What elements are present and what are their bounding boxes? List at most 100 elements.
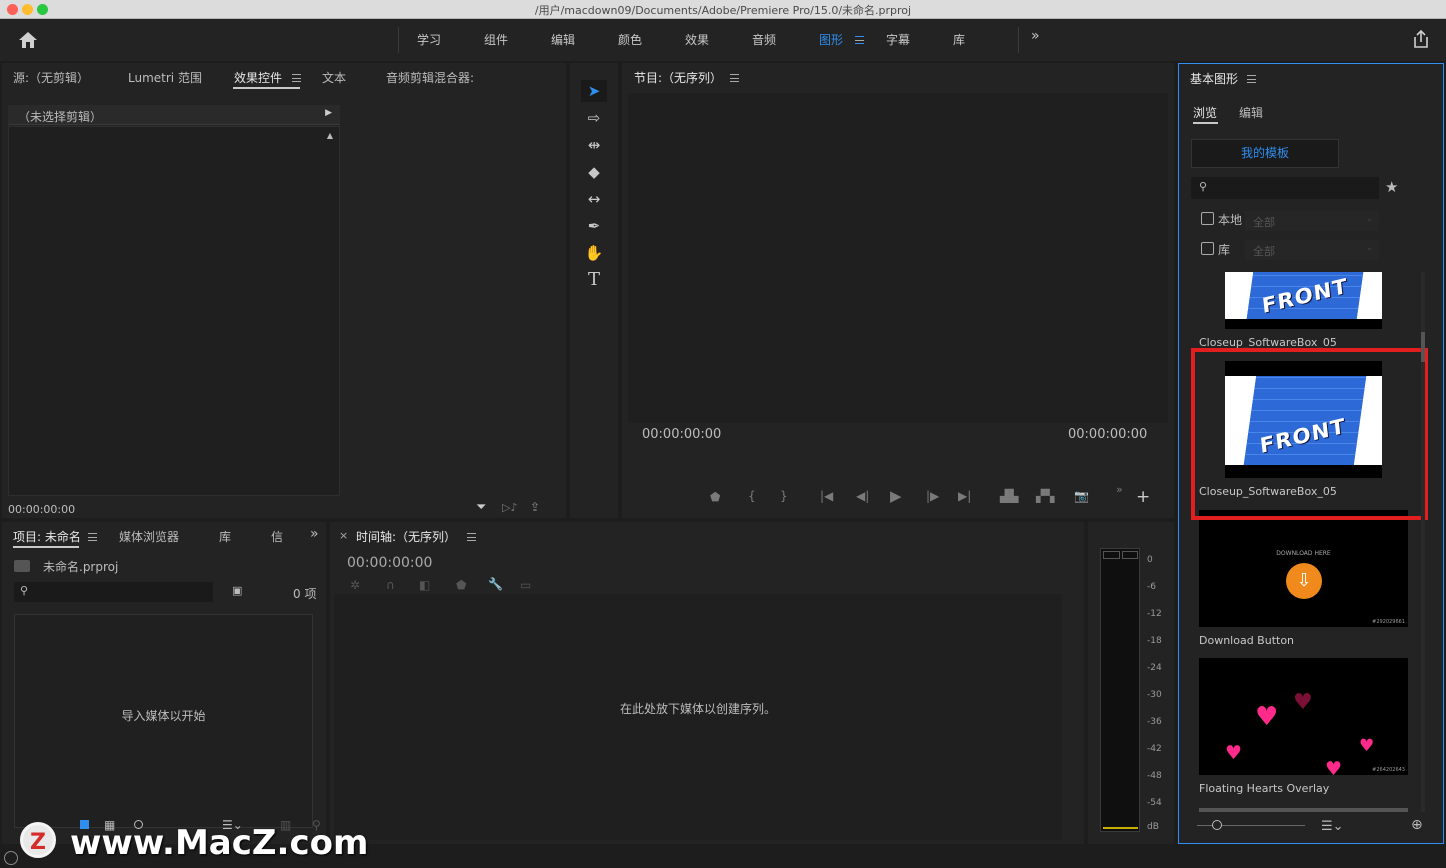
ripple-edit-tool-icon[interactable]: ⇹ — [581, 134, 607, 156]
close-timeline-icon[interactable]: × — [339, 529, 348, 542]
tab-effect-controls[interactable]: 效果控件 — [234, 69, 282, 86]
share-icon[interactable] — [1412, 29, 1430, 49]
timeline-timecode[interactable]: 00:00:00:00 — [347, 555, 432, 571]
template-item[interactable]: DOWNLOAD HERE ⇩ #292029661 Download Butt… — [1185, 510, 1425, 650]
audio-only-icon[interactable]: ▷♪ — [502, 501, 517, 514]
tab-lumetri-scopes[interactable]: Lumetri 范围 — [128, 69, 202, 86]
tab-info[interactable]: 信 — [271, 528, 283, 545]
tab-project[interactable]: 项目: 未命名 — [13, 528, 81, 545]
type-tool-icon[interactable]: T — [581, 269, 607, 291]
template-thumbnail: DOWNLOAD HERE ⇩ #292029661 — [1199, 510, 1408, 627]
workspace-menu-icon[interactable] — [855, 36, 864, 44]
expand-arrow-icon[interactable]: ▶ — [325, 108, 332, 118]
step-forward-icon[interactable]: |▶ — [926, 489, 939, 503]
tab-browse[interactable]: 浏览 — [1193, 104, 1217, 121]
project-file-icon — [14, 560, 30, 572]
play-icon[interactable]: ▶ — [890, 487, 902, 505]
tab-edit[interactable]: 编辑 — [1239, 104, 1263, 121]
tab-libraries[interactable]: 库 — [219, 528, 231, 545]
chevron-down-icon: ⌄ — [1366, 243, 1373, 252]
export-frame-icon[interactable]: 📷 — [1074, 489, 1089, 503]
project-drop-area[interactable]: 导入媒体以开始 — [14, 614, 313, 828]
sort-menu-icon[interactable]: ☰⌄ — [1321, 819, 1344, 834]
workspace-bar: 学习 组件 编辑 颜色 效果 音频 图形 字幕 库 » — [0, 19, 1446, 61]
snap-icon[interactable]: ∩ — [386, 578, 395, 592]
meter-tick: -36 — [1147, 717, 1162, 727]
lift-icon[interactable]: ▟▙ — [1000, 489, 1018, 503]
timeline-marker-icon[interactable]: ⬟ — [456, 578, 466, 592]
mark-out-icon[interactable]: } — [780, 489, 788, 503]
local-checkbox[interactable] — [1201, 212, 1214, 225]
home-icon[interactable] — [18, 31, 38, 49]
template-search-input[interactable]: ⚲ — [1191, 177, 1379, 199]
tab-text[interactable]: 文本 — [322, 69, 346, 86]
tab-audio-clip-mixer[interactable]: 音频剪辑混合器: — [386, 69, 474, 86]
pen-tool-icon[interactable]: ✒ — [581, 215, 607, 237]
my-templates-button[interactable]: 我的模板 — [1191, 139, 1339, 168]
project-menu-icon[interactable] — [88, 533, 97, 541]
library-checkbox[interactable] — [1201, 242, 1214, 255]
search-icon: ⚲ — [1199, 180, 1208, 193]
track-select-tool-icon[interactable]: ⇨ — [581, 107, 607, 129]
workspace-assembly[interactable]: 组件 — [484, 31, 508, 48]
linked-selection-icon[interactable]: ◧ — [419, 578, 430, 592]
workspace-learn[interactable]: 学习 — [417, 31, 441, 48]
nest-icon[interactable]: ✲ — [350, 578, 360, 592]
library-label: 库 — [1218, 243, 1231, 257]
essential-graphics-menu-icon[interactable] — [1247, 75, 1256, 83]
add-template-icon[interactable]: ⊕ — [1411, 817, 1423, 833]
more-workspaces-icon[interactable]: » — [1031, 28, 1040, 44]
captions-icon[interactable]: ▭ — [520, 578, 531, 592]
tab-media-browser[interactable]: 媒体浏览器 — [119, 528, 179, 545]
workspace-graphics[interactable]: 图形 — [819, 31, 843, 48]
workspace-captions[interactable]: 字幕 — [886, 31, 910, 48]
program-viewer[interactable] — [628, 93, 1168, 423]
step-back-icon[interactable]: ◀| — [856, 489, 869, 503]
cloud-icon[interactable] — [4, 851, 18, 865]
tab-source[interactable]: 源:（无剪辑） — [13, 69, 89, 86]
library-select[interactable]: 全部 ⌄ — [1245, 240, 1379, 260]
slider-handle[interactable] — [1212, 820, 1222, 830]
scroll-up-icon[interactable]: ▲ — [327, 131, 333, 140]
export-icon[interactable]: ⇪ — [530, 500, 540, 514]
slip-tool-icon[interactable]: ↔ — [581, 188, 607, 210]
timeline-settings-icon[interactable]: 🔧 — [488, 577, 503, 591]
new-search-bin-icon[interactable]: ▣ — [232, 584, 242, 597]
timeline-drop-area[interactable]: 在此处放下媒体以创建序列。 — [334, 594, 1062, 840]
extract-icon[interactable]: ▞▚ — [1036, 489, 1054, 503]
add-marker-icon[interactable]: ⬟ — [710, 490, 720, 504]
template-item[interactable]: FRONT Closeup_SoftwareBox_05 — [1185, 272, 1425, 352]
go-to-out-icon[interactable]: ▶| — [958, 489, 971, 503]
effect-controls-timecode[interactable]: 00:00:00:00 — [8, 503, 75, 516]
selection-tool-icon[interactable]: ➤ — [581, 80, 607, 102]
scrollbar-thumb[interactable] — [1421, 332, 1425, 362]
workspace-effects[interactable]: 效果 — [685, 31, 709, 48]
program-menu-icon[interactable] — [730, 74, 739, 82]
favorites-star-icon[interactable]: ★ — [1385, 178, 1398, 196]
workspace-audio[interactable]: 音频 — [752, 31, 776, 48]
timeline-menu-icon[interactable] — [467, 533, 476, 541]
button-editor-icon[interactable]: + — [1136, 487, 1150, 507]
more-tabs-icon[interactable]: » — [310, 526, 319, 542]
program-playhead-timecode[interactable]: 00:00:00:00 — [642, 427, 721, 442]
template-scrollbar[interactable] — [1421, 272, 1425, 812]
workspace-color[interactable]: 颜色 — [618, 31, 642, 48]
razor-tool-icon[interactable]: ◆ — [581, 161, 607, 183]
program-monitor-title[interactable]: 节目:（无序列） — [634, 69, 722, 86]
template-thumbnail: FRONT — [1225, 272, 1382, 329]
mark-in-icon[interactable]: { — [748, 489, 756, 503]
more-controls-icon[interactable]: » — [1116, 483, 1123, 496]
workspace-editing[interactable]: 编辑 — [551, 31, 575, 48]
filter-icon[interactable]: ⏷ — [476, 500, 486, 515]
go-to-in-icon[interactable]: |◀ — [820, 489, 833, 503]
hand-tool-icon[interactable]: ✋ — [581, 242, 607, 264]
essential-graphics-title[interactable]: 基本图形 — [1190, 70, 1238, 87]
workspace-libraries[interactable]: 库 — [953, 31, 965, 48]
effect-controls-menu-icon[interactable] — [292, 74, 301, 82]
timeline-title[interactable]: 时间轴:（无序列） — [356, 528, 456, 545]
template-item[interactable]: ♥ ♥ ♥ ♥ ♥ #264202643 Floating Hearts Ove… — [1185, 658, 1425, 808]
project-search-input[interactable]: ⚲ — [14, 582, 213, 602]
local-select[interactable]: 全部 ⌄ — [1245, 211, 1379, 231]
meter-tick: -30 — [1147, 690, 1162, 700]
heart-icon: ♥ — [1255, 702, 1279, 732]
